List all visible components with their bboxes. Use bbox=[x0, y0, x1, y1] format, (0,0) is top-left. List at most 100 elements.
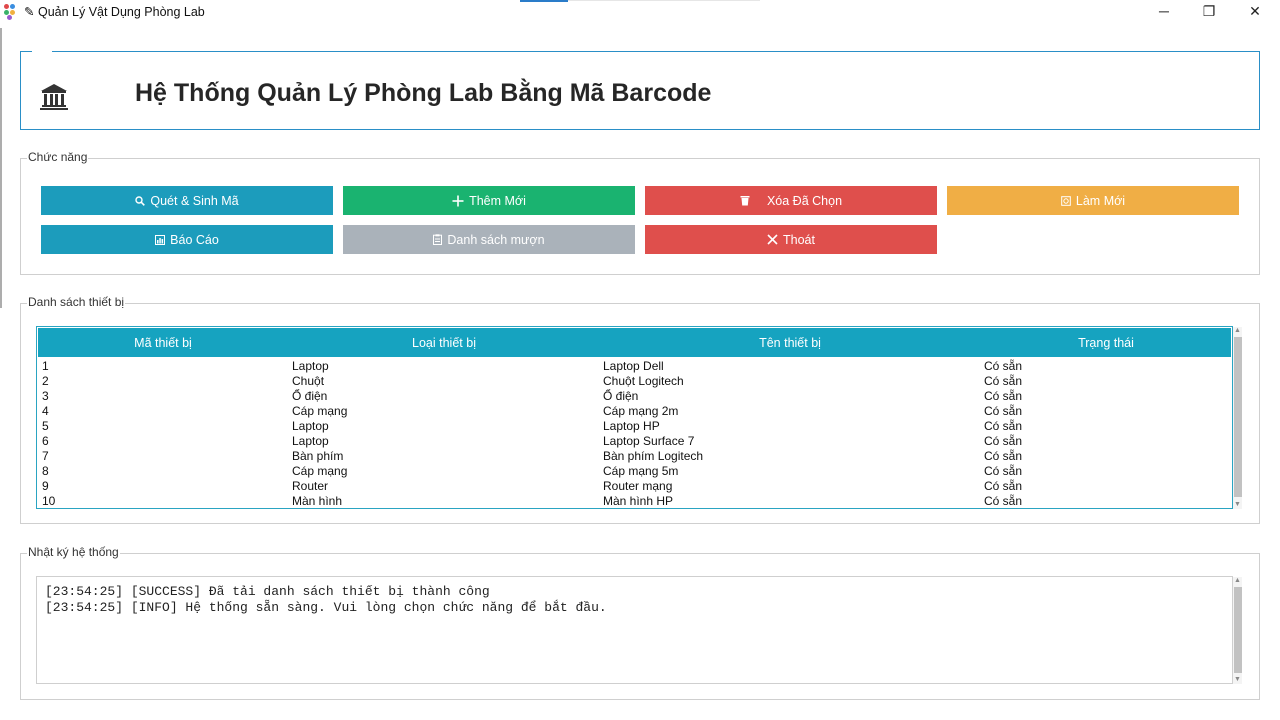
column-header-status[interactable]: Trạng thái bbox=[980, 328, 1232, 357]
cell-device-name: Cáp mạng 5m bbox=[603, 464, 679, 478]
cell-device-type: Chuột bbox=[292, 374, 325, 388]
app-icon bbox=[4, 4, 20, 20]
scroll-up-icon[interactable]: ▲ bbox=[1233, 577, 1242, 585]
system-log-textarea[interactable]: [23:54:25] [SUCCESS] Đã tải danh sách th… bbox=[36, 576, 1233, 684]
cell-device-code: 2 bbox=[42, 374, 49, 388]
table-row[interactable]: 3 Ổ điện Ổ điện Có sẵn bbox=[37, 389, 1232, 404]
cell-device-code: 5 bbox=[42, 419, 49, 433]
table-scrollbar[interactable]: ▲ ▼ bbox=[1233, 327, 1242, 509]
close-window-button[interactable]: ✕ bbox=[1232, 0, 1278, 22]
trash-icon bbox=[740, 195, 750, 206]
cell-status: Có sẵn bbox=[984, 449, 1023, 463]
close-x-icon bbox=[767, 234, 778, 245]
header-panel: Hệ Thống Quản Lý Phòng Lab Bằng Mã Barco… bbox=[20, 50, 1260, 130]
cell-device-name: Router mạng bbox=[603, 479, 673, 493]
cell-device-name: Cáp mạng 2m bbox=[603, 404, 679, 418]
cell-device-name: Màn hình HP bbox=[603, 494, 674, 508]
cell-device-code: 6 bbox=[42, 434, 49, 448]
bank-building-icon bbox=[39, 82, 69, 112]
cell-device-code: 7 bbox=[42, 449, 49, 463]
cell-status: Có sẵn bbox=[984, 389, 1023, 403]
column-header-device-code[interactable]: Mã thiết bị bbox=[38, 328, 288, 357]
refresh-label: Làm Mới bbox=[1075, 193, 1126, 208]
system-log-legend: Nhật ký hệ thống bbox=[27, 545, 120, 559]
log-scroll-thumb[interactable] bbox=[1234, 587, 1242, 673]
minimize-button[interactable]: ─ bbox=[1141, 0, 1187, 22]
cell-device-code: 8 bbox=[42, 464, 49, 478]
cell-device-type: Laptop bbox=[292, 419, 329, 433]
cell-status: Có sẵn bbox=[984, 374, 1023, 388]
functions-legend: Chức năng bbox=[27, 150, 89, 164]
cell-device-code: 3 bbox=[42, 389, 49, 403]
exit-button[interactable]: Thoát bbox=[645, 225, 937, 254]
cell-device-code: 4 bbox=[42, 404, 49, 418]
cell-device-type: Laptop bbox=[292, 359, 329, 373]
log-line: [23:54:25] [SUCCESS] Đã tải danh sách th… bbox=[45, 584, 490, 599]
cell-status: Có sẵn bbox=[984, 494, 1023, 508]
table-row[interactable]: 8 Cáp mạng Cáp mạng 5m Có sẵn bbox=[37, 464, 1232, 479]
delete-selected-button[interactable]: Xóa Đã Chọn bbox=[645, 186, 937, 215]
add-new-button[interactable]: Thêm Mới bbox=[343, 186, 635, 215]
exit-label: Thoát bbox=[783, 232, 815, 247]
table-scroll-thumb[interactable] bbox=[1234, 337, 1242, 497]
scroll-down-icon[interactable]: ▼ bbox=[1233, 501, 1242, 509]
table-row[interactable]: 1 Laptop Laptop Dell Có sẵn bbox=[37, 359, 1232, 374]
column-header-device-name[interactable]: Tên thiết bị bbox=[600, 328, 980, 357]
cell-device-name: Ổ điện bbox=[603, 389, 639, 403]
table-row[interactable]: 2 Chuột Chuột Logitech Có sẵn bbox=[37, 374, 1232, 389]
cell-device-code: 10 bbox=[42, 494, 56, 508]
plus-icon bbox=[452, 195, 464, 207]
window-title: ✎ Quản Lý Vật Dụng Phòng Lab bbox=[24, 4, 205, 19]
table-body: 1 Laptop Laptop Dell Có sẵn 2 Chuột Chuộ… bbox=[37, 359, 1232, 508]
functions-group: Chức năng bbox=[20, 150, 1260, 275]
restore-icon: ❐ bbox=[1202, 2, 1216, 19]
maximize-button[interactable]: ❐ bbox=[1186, 0, 1232, 22]
pencil-icon: ✎ bbox=[24, 5, 35, 19]
cell-status: Có sẵn bbox=[984, 359, 1023, 373]
scroll-up-icon[interactable]: ▲ bbox=[1233, 327, 1242, 335]
cell-status: Có sẵn bbox=[984, 434, 1023, 448]
refresh-icon bbox=[1061, 195, 1071, 206]
table-row[interactable]: 4 Cáp mạng Cáp mạng 2m Có sẵn bbox=[37, 404, 1232, 419]
table-row[interactable]: 5 Laptop Laptop HP Có sẵn bbox=[37, 419, 1232, 434]
cell-device-type: Laptop bbox=[292, 434, 329, 448]
log-line: [23:54:25] [INFO] Hệ thống sẵn sàng. Vui… bbox=[45, 600, 607, 615]
devices-legend: Danh sách thiết bị bbox=[27, 295, 126, 309]
cell-device-name: Chuột Logitech bbox=[603, 374, 684, 388]
cell-device-type: Cáp mạng bbox=[292, 464, 348, 478]
clipboard-icon bbox=[433, 234, 443, 245]
delete-selected-label: Xóa Đã Chọn bbox=[766, 193, 843, 208]
cell-device-type: Bàn phím bbox=[292, 449, 344, 463]
cell-device-name: Laptop Surface 7 bbox=[603, 434, 695, 448]
cell-device-name: Bàn phím Logitech bbox=[603, 449, 704, 463]
cell-device-type: Router bbox=[292, 479, 329, 493]
cell-device-type: Cáp mạng bbox=[292, 404, 348, 418]
log-scrollbar[interactable]: ▲ ▼ bbox=[1233, 577, 1242, 684]
report-label: Báo Cáo bbox=[170, 232, 219, 247]
table-row[interactable]: 7 Bàn phím Bàn phím Logitech Có sẵn bbox=[37, 449, 1232, 464]
table-row[interactable]: 9 Router Router mạng Có sẵn bbox=[37, 479, 1232, 494]
devices-table[interactable]: Mã thiết bị Loại thiết bị Tên thiết bị T… bbox=[36, 326, 1233, 509]
minimize-icon: ─ bbox=[1159, 3, 1169, 19]
titlebar-divider bbox=[568, 0, 760, 1]
borrow-list-button[interactable]: Danh sách mượn bbox=[343, 225, 635, 254]
cell-device-name: Laptop Dell bbox=[603, 359, 664, 373]
table-row[interactable]: 10 Màn hình Màn hình HP Có sẵn bbox=[37, 494, 1232, 508]
cell-device-type: Ổ điện bbox=[292, 389, 328, 403]
cell-device-type: Màn hình bbox=[292, 494, 343, 508]
table-row[interactable]: 6 Laptop Laptop Surface 7 Có sẵn bbox=[37, 434, 1232, 449]
report-button[interactable]: Báo Cáo bbox=[41, 225, 333, 254]
bar-chart-icon bbox=[155, 234, 166, 245]
cell-device-name: Laptop HP bbox=[603, 419, 660, 433]
cell-status: Có sẵn bbox=[984, 464, 1023, 478]
cell-status: Có sẵn bbox=[984, 479, 1023, 493]
column-header-device-type[interactable]: Loại thiết bị bbox=[288, 328, 600, 357]
scroll-down-icon[interactable]: ▼ bbox=[1233, 676, 1242, 684]
close-icon: ✕ bbox=[1249, 2, 1261, 19]
window-left-edge bbox=[0, 28, 2, 308]
scan-generate-button[interactable]: Quét & Sinh Mã bbox=[41, 186, 333, 215]
magnifier-icon bbox=[135, 195, 146, 206]
cell-status: Có sẵn bbox=[984, 404, 1023, 418]
titlebar-accent bbox=[520, 0, 568, 2]
refresh-button[interactable]: Làm Mới bbox=[947, 186, 1239, 215]
